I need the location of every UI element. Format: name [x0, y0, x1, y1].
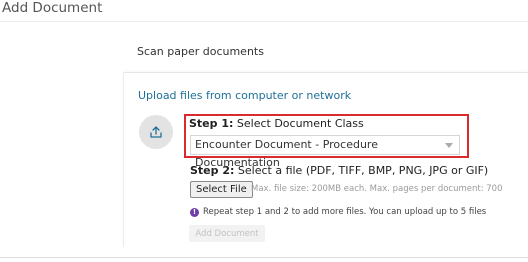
step1-prefix: Step 1: [189, 117, 234, 130]
repeat-steps-note: Repeat step 1 and 2 to add more files. Y… [203, 207, 487, 217]
upload-panel: Upload files from computer or network St… [123, 72, 528, 247]
info-icon: ! [190, 208, 199, 217]
page-title: Add Document [2, 0, 103, 16]
step1-text: Select Document Class [233, 117, 364, 130]
scan-paper-documents-link[interactable]: Scan paper documents [137, 45, 264, 58]
step2-prefix: Step 2: [190, 164, 235, 177]
bottom-divider [0, 257, 528, 258]
upload-section-title: Upload files from computer or network [138, 89, 352, 102]
document-class-select[interactable]: Encounter Document - Procedure Documenta… [190, 135, 460, 169]
step1-label: Step 1: Select Document Class [189, 117, 364, 130]
chevron-down-icon [445, 143, 453, 148]
step2-text: Select a file (PDF, TIFF, BMP, PNG, JPG … [234, 164, 489, 177]
add-document-button[interactable]: Add Document [189, 225, 265, 242]
upload-icon [150, 126, 162, 138]
step2-label: Step 2: Select a file (PDF, TIFF, BMP, P… [190, 164, 488, 177]
upload-icon-button[interactable] [139, 115, 173, 149]
file-size-hint: Max. file size: 200MB each. Max. pages p… [251, 184, 503, 194]
select-file-button[interactable]: Select File [190, 181, 253, 198]
top-divider [0, 21, 528, 22]
